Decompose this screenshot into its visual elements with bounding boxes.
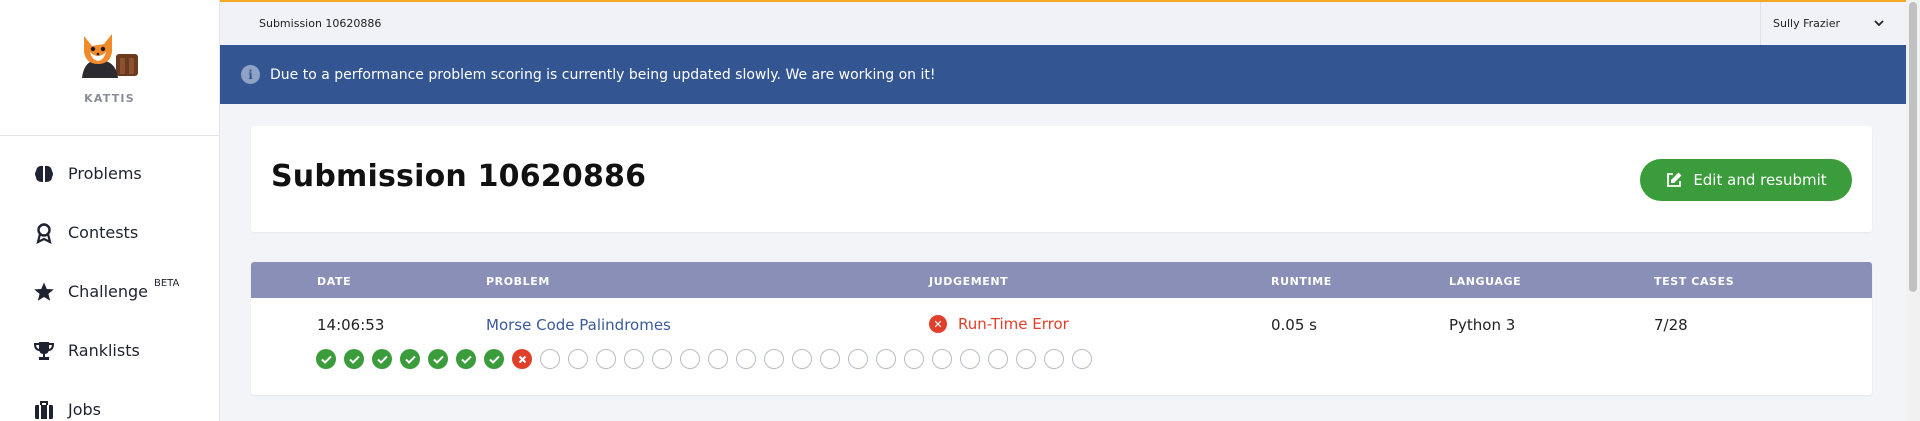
cell-date: 14:06:53 — [317, 316, 385, 334]
test-case-pass-icon[interactable] — [344, 349, 364, 369]
test-case-pending-icon[interactable] — [764, 349, 784, 369]
brand-logo[interactable]: KATTIS — [0, 0, 219, 136]
test-case-fail-icon[interactable] — [512, 349, 532, 369]
info-icon: i — [241, 65, 260, 84]
test-case-pending-icon[interactable] — [708, 349, 728, 369]
sidebar-item-label: Challenge — [68, 282, 148, 301]
briefcase-icon — [32, 398, 56, 421]
sidebar: KATTIS Problems Contests Challenge BETA — [0, 0, 220, 421]
test-case-pending-icon[interactable] — [1016, 349, 1036, 369]
test-case-pending-icon[interactable] — [1072, 349, 1092, 369]
sidebar-item-jobs[interactable]: Jobs — [0, 380, 219, 421]
test-case-pass-icon[interactable] — [484, 349, 504, 369]
kattis-cat-logo-icon — [81, 34, 138, 78]
notice-text: Due to a performance problem scoring is … — [270, 66, 936, 83]
header-runtime: RUNTIME — [1271, 275, 1332, 288]
header-test-cases: TEST CASES — [1654, 275, 1735, 288]
sidebar-nav: Problems Contests Challenge BETA Ranklis… — [0, 136, 219, 421]
submission-header-card: Submission 10620886 Edit and resubmit — [251, 126, 1872, 232]
cell-language: Python 3 — [1449, 316, 1516, 334]
header-judgement: JUDGEMENT — [929, 275, 1009, 288]
test-case-pending-icon[interactable] — [932, 349, 952, 369]
test-case-results — [316, 349, 1100, 369]
edit-icon — [1665, 171, 1683, 189]
test-case-pending-icon[interactable] — [876, 349, 896, 369]
test-case-pending-icon[interactable] — [568, 349, 588, 369]
sidebar-item-label: Ranklists — [68, 341, 140, 360]
header-problem: PROBLEM — [486, 275, 550, 288]
user-name: Sully Frazier — [1773, 17, 1840, 30]
test-case-pending-icon[interactable] — [540, 349, 560, 369]
test-case-pending-icon[interactable] — [736, 349, 756, 369]
test-case-pending-icon[interactable] — [792, 349, 812, 369]
sidebar-item-ranklists[interactable]: Ranklists — [0, 321, 219, 380]
test-case-pending-icon[interactable] — [904, 349, 924, 369]
table-header: DATE PROBLEM JUDGEMENT RUNTIME LANGUAGE … — [251, 262, 1872, 298]
brand-name: KATTIS — [84, 92, 135, 105]
test-case-pending-icon[interactable] — [820, 349, 840, 369]
header-language: LANGUAGE — [1449, 275, 1522, 288]
test-case-pass-icon[interactable] — [316, 349, 336, 369]
user-menu[interactable]: Sully Frazier — [1760, 2, 1906, 45]
test-case-pending-icon[interactable] — [680, 349, 700, 369]
test-case-pass-icon[interactable] — [456, 349, 476, 369]
error-icon: ✕ — [929, 315, 947, 333]
test-case-pending-icon[interactable] — [652, 349, 672, 369]
judgement-text: Run-Time Error — [958, 315, 1069, 333]
beta-badge: BETA — [154, 278, 180, 289]
test-case-pending-icon[interactable] — [960, 349, 980, 369]
edit-and-resubmit-button[interactable]: Edit and resubmit — [1640, 159, 1852, 201]
notice-banner: i Due to a performance problem scoring i… — [220, 45, 1906, 104]
star-icon — [32, 280, 56, 304]
brain-icon — [32, 162, 56, 186]
header-date: DATE — [317, 275, 352, 288]
test-case-pending-icon[interactable] — [624, 349, 644, 369]
cell-test-cases: 7/28 — [1654, 316, 1688, 334]
test-case-pending-icon[interactable] — [596, 349, 616, 369]
scrollbar[interactable] — [1906, 0, 1920, 421]
page-title: Submission 10620886 — [271, 159, 647, 194]
breadcrumb: Submission 10620886 — [259, 17, 382, 30]
sidebar-item-label: Problems — [68, 164, 142, 183]
sidebar-item-contests[interactable]: Contests — [0, 203, 219, 262]
test-case-pending-icon[interactable] — [1044, 349, 1064, 369]
edit-and-resubmit-label: Edit and resubmit — [1693, 171, 1827, 189]
top-bar: Submission 10620886 Sully Frazier — [220, 0, 1906, 45]
cell-runtime: 0.05 s — [1271, 316, 1317, 334]
test-case-pending-icon[interactable] — [848, 349, 868, 369]
sidebar-item-problems[interactable]: Problems — [0, 144, 219, 203]
sidebar-item-label: Jobs — [68, 400, 101, 419]
test-case-pass-icon[interactable] — [372, 349, 392, 369]
chevron-down-icon — [1874, 17, 1884, 30]
scrollbar-thumb[interactable] — [1909, 2, 1917, 292]
test-case-pass-icon[interactable] — [428, 349, 448, 369]
submission-table: DATE PROBLEM JUDGEMENT RUNTIME LANGUAGE … — [251, 262, 1872, 395]
cell-judgement: ✕ Run-Time Error — [929, 315, 1069, 333]
problem-link[interactable]: Morse Code Palindromes — [486, 316, 671, 334]
sidebar-item-label: Contests — [68, 223, 139, 242]
sidebar-item-challenge[interactable]: Challenge BETA — [0, 262, 219, 321]
trophy-icon — [32, 339, 56, 363]
test-case-pending-icon[interactable] — [988, 349, 1008, 369]
test-case-pass-icon[interactable] — [400, 349, 420, 369]
ribbon-icon — [32, 221, 56, 245]
